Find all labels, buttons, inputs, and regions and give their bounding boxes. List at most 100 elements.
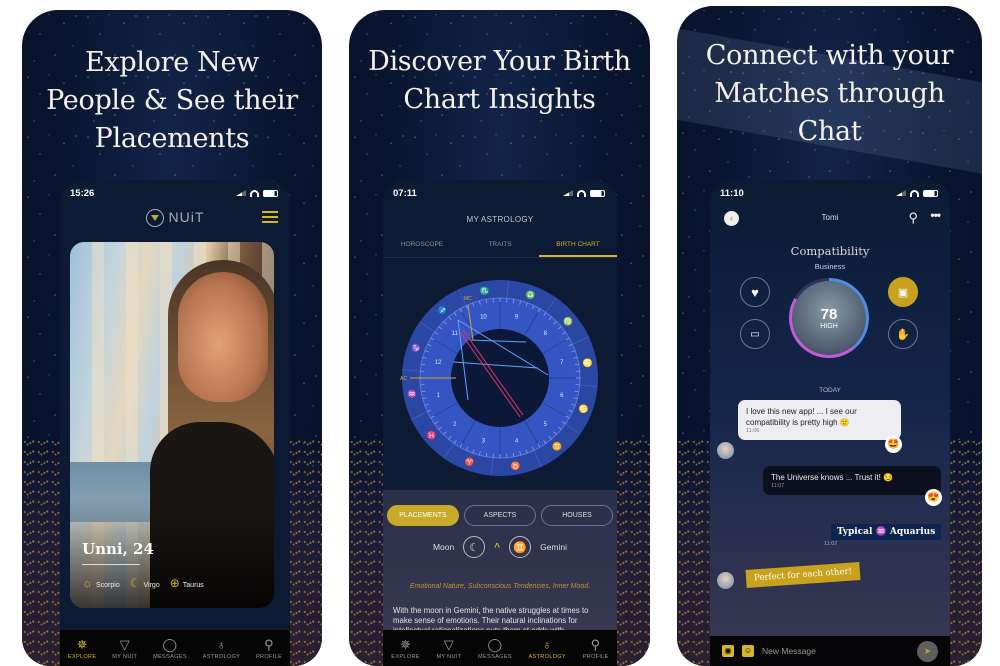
- reaction-star-eyes[interactable]: 🤩: [885, 436, 902, 453]
- profile-icon: ⚲: [264, 636, 274, 652]
- astrology-tabs: HOROSCOPE TRAITS BIRTH CHART: [383, 238, 617, 258]
- send-button[interactable]: ➤: [917, 640, 938, 662]
- status-time: 07:11: [393, 187, 417, 199]
- birth-chart-wheel[interactable]: ♏ ♎♍♌♋♊♉♈♓♒♑♐123 456789101112MCAC: [398, 280, 602, 476]
- business-category-button[interactable]: ▣: [888, 277, 918, 307]
- sticker-perfect-match[interactable]: Perfect for each other!: [745, 562, 861, 588]
- nuit-logo-icon: [145, 209, 164, 228]
- zodiac-glyph: ♎: [525, 289, 535, 299]
- reaction-heart-eyes[interactable]: 😍: [925, 489, 942, 506]
- rising-sign: ⊕ Taurus: [169, 576, 204, 590]
- love-category-button[interactable]: ♥: [740, 277, 770, 307]
- house-number: 11: [452, 331, 459, 337]
- compatibility-title: Compatibility: [790, 244, 870, 258]
- signal-icon: [563, 190, 573, 196]
- nav-tab-my-nuit[interactable]: ▽ MY NUIT: [436, 637, 461, 660]
- gemini-icon[interactable]: ♊: [509, 536, 532, 558]
- battery-icon: [923, 189, 938, 197]
- app-logo: NUiT: [60, 209, 290, 228]
- friendship-category-button[interactable]: ✋: [888, 319, 918, 349]
- filter-icon[interactable]: [262, 210, 278, 224]
- sign-label: Gemini: [540, 542, 568, 552]
- headline: Explore New People & See their Placement…: [46, 47, 298, 154]
- nav-tab-astrology[interactable]: ♁ ASTROLOGY: [203, 637, 241, 660]
- chat-header: ‹ Tomi ⚲ •••: [710, 205, 950, 233]
- message-sent[interactable]: The Universe knows ... Trust it! 😏 11:07: [763, 466, 941, 495]
- moon-icon: ☾: [129, 576, 141, 590]
- chevron-up-icon[interactable]: ^: [494, 542, 500, 553]
- signal-icon: [896, 190, 906, 196]
- house-number: 10: [480, 315, 487, 321]
- handshake-icon: ✋: [896, 328, 910, 341]
- message-composer: ◉ ☺ New Message ➤: [710, 636, 950, 666]
- profile-icon: ⚲: [590, 636, 601, 652]
- zodiac-glyph: ♌: [583, 358, 593, 368]
- signal-icon: [236, 190, 246, 196]
- segment-aspects[interactable]: ASPECTS: [464, 505, 536, 526]
- heart-icon: ♥: [751, 284, 759, 300]
- placement-themes: Emotional Nature, Subconscious Tendencie…: [409, 583, 591, 590]
- explore-icon: ✵: [76, 636, 88, 652]
- profile-card[interactable]: Unni, 24 ☼ Scorpio ☾ Virgo ⊕ Taurus: [70, 242, 274, 608]
- zodiac-glyph: ♍: [563, 316, 573, 326]
- divider: [82, 564, 140, 565]
- sticker-typical-aquarius[interactable]: Typical ♒ Aquarius: [831, 524, 942, 540]
- wifi-icon: [910, 189, 919, 197]
- home-category-button[interactable]: ▭: [740, 319, 770, 349]
- compatibility-category: Business: [814, 262, 846, 271]
- avatar: [717, 442, 734, 459]
- nav-tab-messages[interactable]: ◯ MESSAGES: [478, 637, 512, 660]
- sun-sign: ☼ Scorpio: [82, 576, 120, 590]
- ac-label: AC: [400, 376, 407, 382]
- explore-icon: ✵: [399, 636, 412, 652]
- planet-label: Moon: [432, 542, 455, 552]
- wifi-icon: [250, 189, 259, 197]
- wifi-icon: [577, 189, 586, 197]
- nav-tab-profile[interactable]: ⚲ PROFILE: [256, 637, 282, 660]
- segment-houses[interactable]: HOUSES: [541, 505, 613, 526]
- profile-photo: [178, 272, 268, 402]
- message-received[interactable]: I love this new app! ... I see our compa…: [738, 400, 901, 440]
- messages-icon: ◯: [487, 636, 503, 652]
- phone-astrology-screen: 07:11 MY ASTROLOGY HOROSCOPE TRAITS BIRT…: [383, 180, 617, 666]
- tab-traits[interactable]: TRAITS: [461, 238, 539, 257]
- house-number: 12: [435, 360, 442, 366]
- phone-chat-screen: 11:10 ‹ Tomi ⚲ ••• Compatibility Busines…: [710, 180, 950, 666]
- bed-icon: ▭: [750, 328, 760, 340]
- briefcase-icon: ▣: [897, 286, 909, 299]
- battery-icon: [263, 189, 278, 197]
- nav-tab-astrology[interactable]: ♁ ASTROLOGY: [528, 637, 566, 660]
- mc-label: MC: [464, 296, 472, 302]
- nav-tab-explore[interactable]: ✵ EXPLORE: [68, 637, 97, 660]
- nav-tab-profile[interactable]: ⚲ PROFILE: [583, 637, 609, 660]
- nav-tab-messages[interactable]: ◯ MESSAGES: [153, 637, 187, 660]
- compatibility-score-ring: 78 HIGH: [789, 278, 869, 358]
- moon-icon[interactable]: ☾: [463, 536, 486, 558]
- score-value: 78: [820, 305, 838, 323]
- nav-tab-explore[interactable]: ✵ EXPLORE: [391, 637, 420, 660]
- more-icon[interactable]: •••: [930, 208, 941, 222]
- phone-explore-screen: 15:26 NUiT Unni, 24 ☼ Scorpio ☾ Virgo ⊕ Tau…: [60, 180, 290, 666]
- astrology-icon: ♁: [542, 636, 553, 652]
- tab-horoscope[interactable]: HOROSCOPE: [383, 238, 461, 257]
- tab-birth-chart[interactable]: BIRTH CHART: [539, 238, 617, 257]
- message-input[interactable]: New Message: [762, 646, 909, 656]
- placement-selector: Moon ☾ ^ ♊ Gemini: [383, 536, 617, 558]
- message-time: 11:07: [824, 541, 838, 547]
- profile-signs: ☼ Scorpio ☾ Virgo ⊕ Taurus: [82, 576, 204, 590]
- sun-icon: ☼: [82, 576, 93, 590]
- page-title: MY ASTROLOGY: [466, 215, 534, 224]
- sticker-icon[interactable]: ☺: [742, 645, 754, 657]
- battery-icon: [590, 189, 605, 197]
- camera-icon[interactable]: ◉: [722, 645, 734, 657]
- promo-panel-chat: Connect with your Matches through Chat 1…: [677, 6, 982, 666]
- segment-placements[interactable]: PLACEMENTS: [387, 505, 459, 526]
- moon-sign: ☾ Virgo: [129, 576, 160, 590]
- segment-control: PLACEMENTS ASPECTS HOUSES: [387, 505, 613, 526]
- promo-panel-explore: Explore New People & See their Placement…: [22, 10, 322, 666]
- my-nuit-icon: ▽: [443, 636, 455, 652]
- zodiac-glyph: ♐: [438, 305, 448, 315]
- search-icon[interactable]: ⚲: [908, 210, 918, 226]
- zodiac-glyph: ♑: [411, 343, 421, 353]
- nav-tab-my-nuit[interactable]: ▽ MY NUIT: [112, 637, 137, 660]
